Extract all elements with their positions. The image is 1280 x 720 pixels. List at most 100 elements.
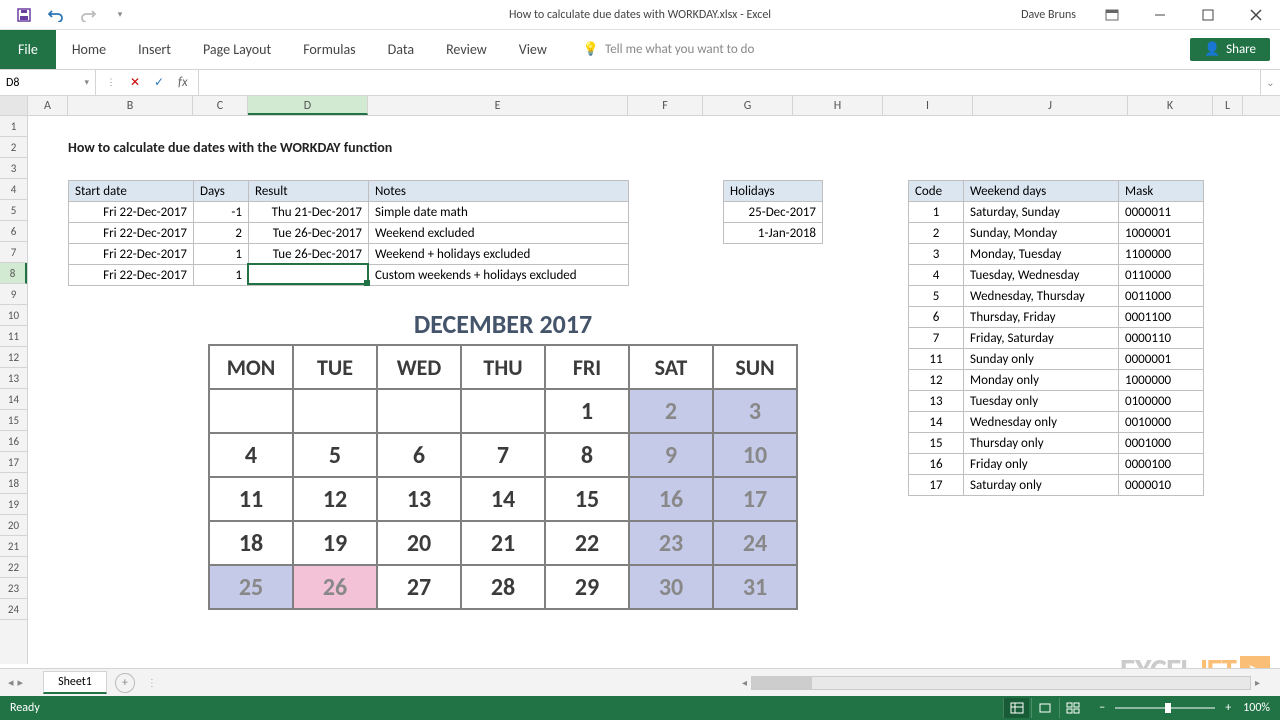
row-header-13[interactable]: 13 xyxy=(0,368,27,389)
row-header-7[interactable]: 7 xyxy=(0,242,27,263)
quick-access-toolbar: ▾ xyxy=(0,1,136,29)
enter-formula-icon[interactable]: ✓ xyxy=(148,73,170,93)
row-header-10[interactable]: 10 xyxy=(0,305,27,326)
tab-review[interactable]: Review xyxy=(430,30,503,69)
select-all-corner[interactable] xyxy=(0,96,28,115)
row-header-12[interactable]: 12 xyxy=(0,347,27,368)
tell-me-placeholder: Tell me what you want to do xyxy=(605,42,754,57)
calendar: MONTUEWEDTHUFRISATSUN1234567891011121314… xyxy=(208,344,798,610)
tab-page-layout[interactable]: Page Layout xyxy=(187,30,287,69)
row-header-3[interactable]: 3 xyxy=(0,158,27,179)
col-header-J[interactable]: J xyxy=(973,96,1128,115)
formula-input[interactable] xyxy=(199,70,1260,95)
share-icon: 👤 xyxy=(1204,42,1220,57)
row-header-4[interactable]: 4 xyxy=(0,179,27,200)
title-bar: ▾ How to calculate due dates with WORKDA… xyxy=(0,0,1280,30)
col-header-E[interactable]: E xyxy=(368,96,628,115)
col-header-C[interactable]: C xyxy=(193,96,248,115)
close-icon[interactable] xyxy=(1236,1,1276,29)
row-header-17[interactable]: 17 xyxy=(0,452,27,473)
save-icon[interactable] xyxy=(8,1,40,29)
row-header-8[interactable]: 8 xyxy=(0,263,27,284)
col-header-H[interactable]: H xyxy=(793,96,883,115)
formula-dropdown-icon[interactable]: ⋮ xyxy=(100,73,122,93)
row-header-6[interactable]: 6 xyxy=(0,221,27,242)
share-label: Share xyxy=(1226,42,1256,57)
col-header-F[interactable]: F xyxy=(628,96,703,115)
maximize-icon[interactable] xyxy=(1188,1,1228,29)
row-header-24[interactable]: 24 xyxy=(0,599,27,620)
row-header-18[interactable]: 18 xyxy=(0,473,27,494)
cells-area[interactable]: How to calculate due dates with the WORK… xyxy=(28,116,1280,664)
col-header-K[interactable]: K xyxy=(1128,96,1213,115)
sheet-next-icon[interactable]: ▸ xyxy=(18,676,24,689)
row-header-15[interactable]: 15 xyxy=(0,410,27,431)
row-header-23[interactable]: 23 xyxy=(0,578,27,599)
sheet-prev-icon[interactable]: ◂ xyxy=(8,676,14,689)
row-header-2[interactable]: 2 xyxy=(0,137,27,158)
file-tab[interactable]: File xyxy=(0,30,56,69)
row-header-19[interactable]: 19 xyxy=(0,494,27,515)
row-header-14[interactable]: 14 xyxy=(0,389,27,410)
col-header-L[interactable]: L xyxy=(1213,96,1243,115)
row-headers: 123456789101112131415161718192021222324 xyxy=(0,116,28,664)
status-bar: Ready − + 100% xyxy=(0,696,1280,720)
col-header-B[interactable]: B xyxy=(68,96,193,115)
ribbon-tabs: File Home Insert Page Layout Formulas Da… xyxy=(0,30,1280,70)
hscroll-track[interactable] xyxy=(751,676,1251,690)
zoom-in-icon[interactable]: + xyxy=(1225,701,1231,715)
zoom-level[interactable]: 100% xyxy=(1243,701,1270,715)
main-table: Start dateDaysResultNotesFri 22-Dec-2017… xyxy=(68,180,629,286)
col-header-G[interactable]: G xyxy=(703,96,793,115)
row-header-11[interactable]: 11 xyxy=(0,326,27,347)
sheet-tab[interactable]: Sheet1 xyxy=(43,671,107,694)
zoom-slider[interactable] xyxy=(1115,707,1215,709)
row-header-16[interactable]: 16 xyxy=(0,431,27,452)
col-header-D[interactable]: D xyxy=(248,96,368,115)
page-title: How to calculate due dates with the WORK… xyxy=(68,139,392,156)
row-header-22[interactable]: 22 xyxy=(0,557,27,578)
qat-customize-icon[interactable]: ▾ xyxy=(104,1,136,29)
holidays-table: Holidays25-Dec-20171-Jan-2018 xyxy=(723,180,823,244)
calendar-title: DECEMBER 2017 xyxy=(208,308,798,340)
page-break-view-icon[interactable] xyxy=(1059,698,1085,718)
cancel-formula-icon[interactable]: ✕ xyxy=(124,73,146,93)
user-name[interactable]: Dave Bruns xyxy=(1021,8,1076,22)
redo-icon[interactable] xyxy=(72,1,104,29)
hscroll-thumb[interactable] xyxy=(752,677,812,689)
page-layout-view-icon[interactable] xyxy=(1031,698,1057,718)
fx-icon[interactable]: fx xyxy=(172,75,194,90)
sheet-nav[interactable]: ◂ ▸ xyxy=(0,676,31,689)
row-header-21[interactable]: 21 xyxy=(0,536,27,557)
column-headers: ABCDEFGHIJKL xyxy=(0,96,1280,116)
formula-buttons: ⋮ ✕ ✓ fx xyxy=(96,70,199,95)
scroll-right-icon[interactable]: ▸ xyxy=(1255,676,1260,689)
formula-expand-icon[interactable]: ⌄ xyxy=(1260,70,1280,95)
tab-formulas[interactable]: Formulas xyxy=(287,30,371,69)
scroll-left-icon[interactable]: ◂ xyxy=(742,676,747,689)
row-header-20[interactable]: 20 xyxy=(0,515,27,536)
col-header-A[interactable]: A xyxy=(28,96,68,115)
sheet-tab-divider: ⋮ xyxy=(147,676,157,689)
tab-home[interactable]: Home xyxy=(56,30,122,69)
formula-bar: D8 ⋮ ✕ ✓ fx ⌄ xyxy=(0,70,1280,96)
tell-me-search[interactable]: 💡 Tell me what you want to do xyxy=(583,30,755,69)
zoom-out-icon[interactable]: − xyxy=(1099,701,1105,715)
tab-view[interactable]: View xyxy=(503,30,563,69)
minimize-icon[interactable] xyxy=(1140,1,1180,29)
name-box[interactable]: D8 xyxy=(0,70,96,95)
share-button[interactable]: 👤 Share xyxy=(1190,38,1270,61)
tab-data[interactable]: Data xyxy=(372,30,430,69)
normal-view-icon[interactable] xyxy=(1003,698,1029,718)
ribbon-options-icon[interactable] xyxy=(1092,1,1132,29)
col-header-I[interactable]: I xyxy=(883,96,973,115)
undo-icon[interactable] xyxy=(40,1,72,29)
row-header-1[interactable]: 1 xyxy=(0,116,27,137)
window-controls: Dave Bruns xyxy=(1021,1,1280,29)
window-title: How to calculate due dates with WORKDAY.… xyxy=(509,8,771,22)
row-header-9[interactable]: 9 xyxy=(0,284,27,305)
row-header-5[interactable]: 5 xyxy=(0,200,27,221)
lightbulb-icon: 💡 xyxy=(583,42,599,57)
add-sheet-icon[interactable]: + xyxy=(115,673,135,693)
tab-insert[interactable]: Insert xyxy=(122,30,187,69)
